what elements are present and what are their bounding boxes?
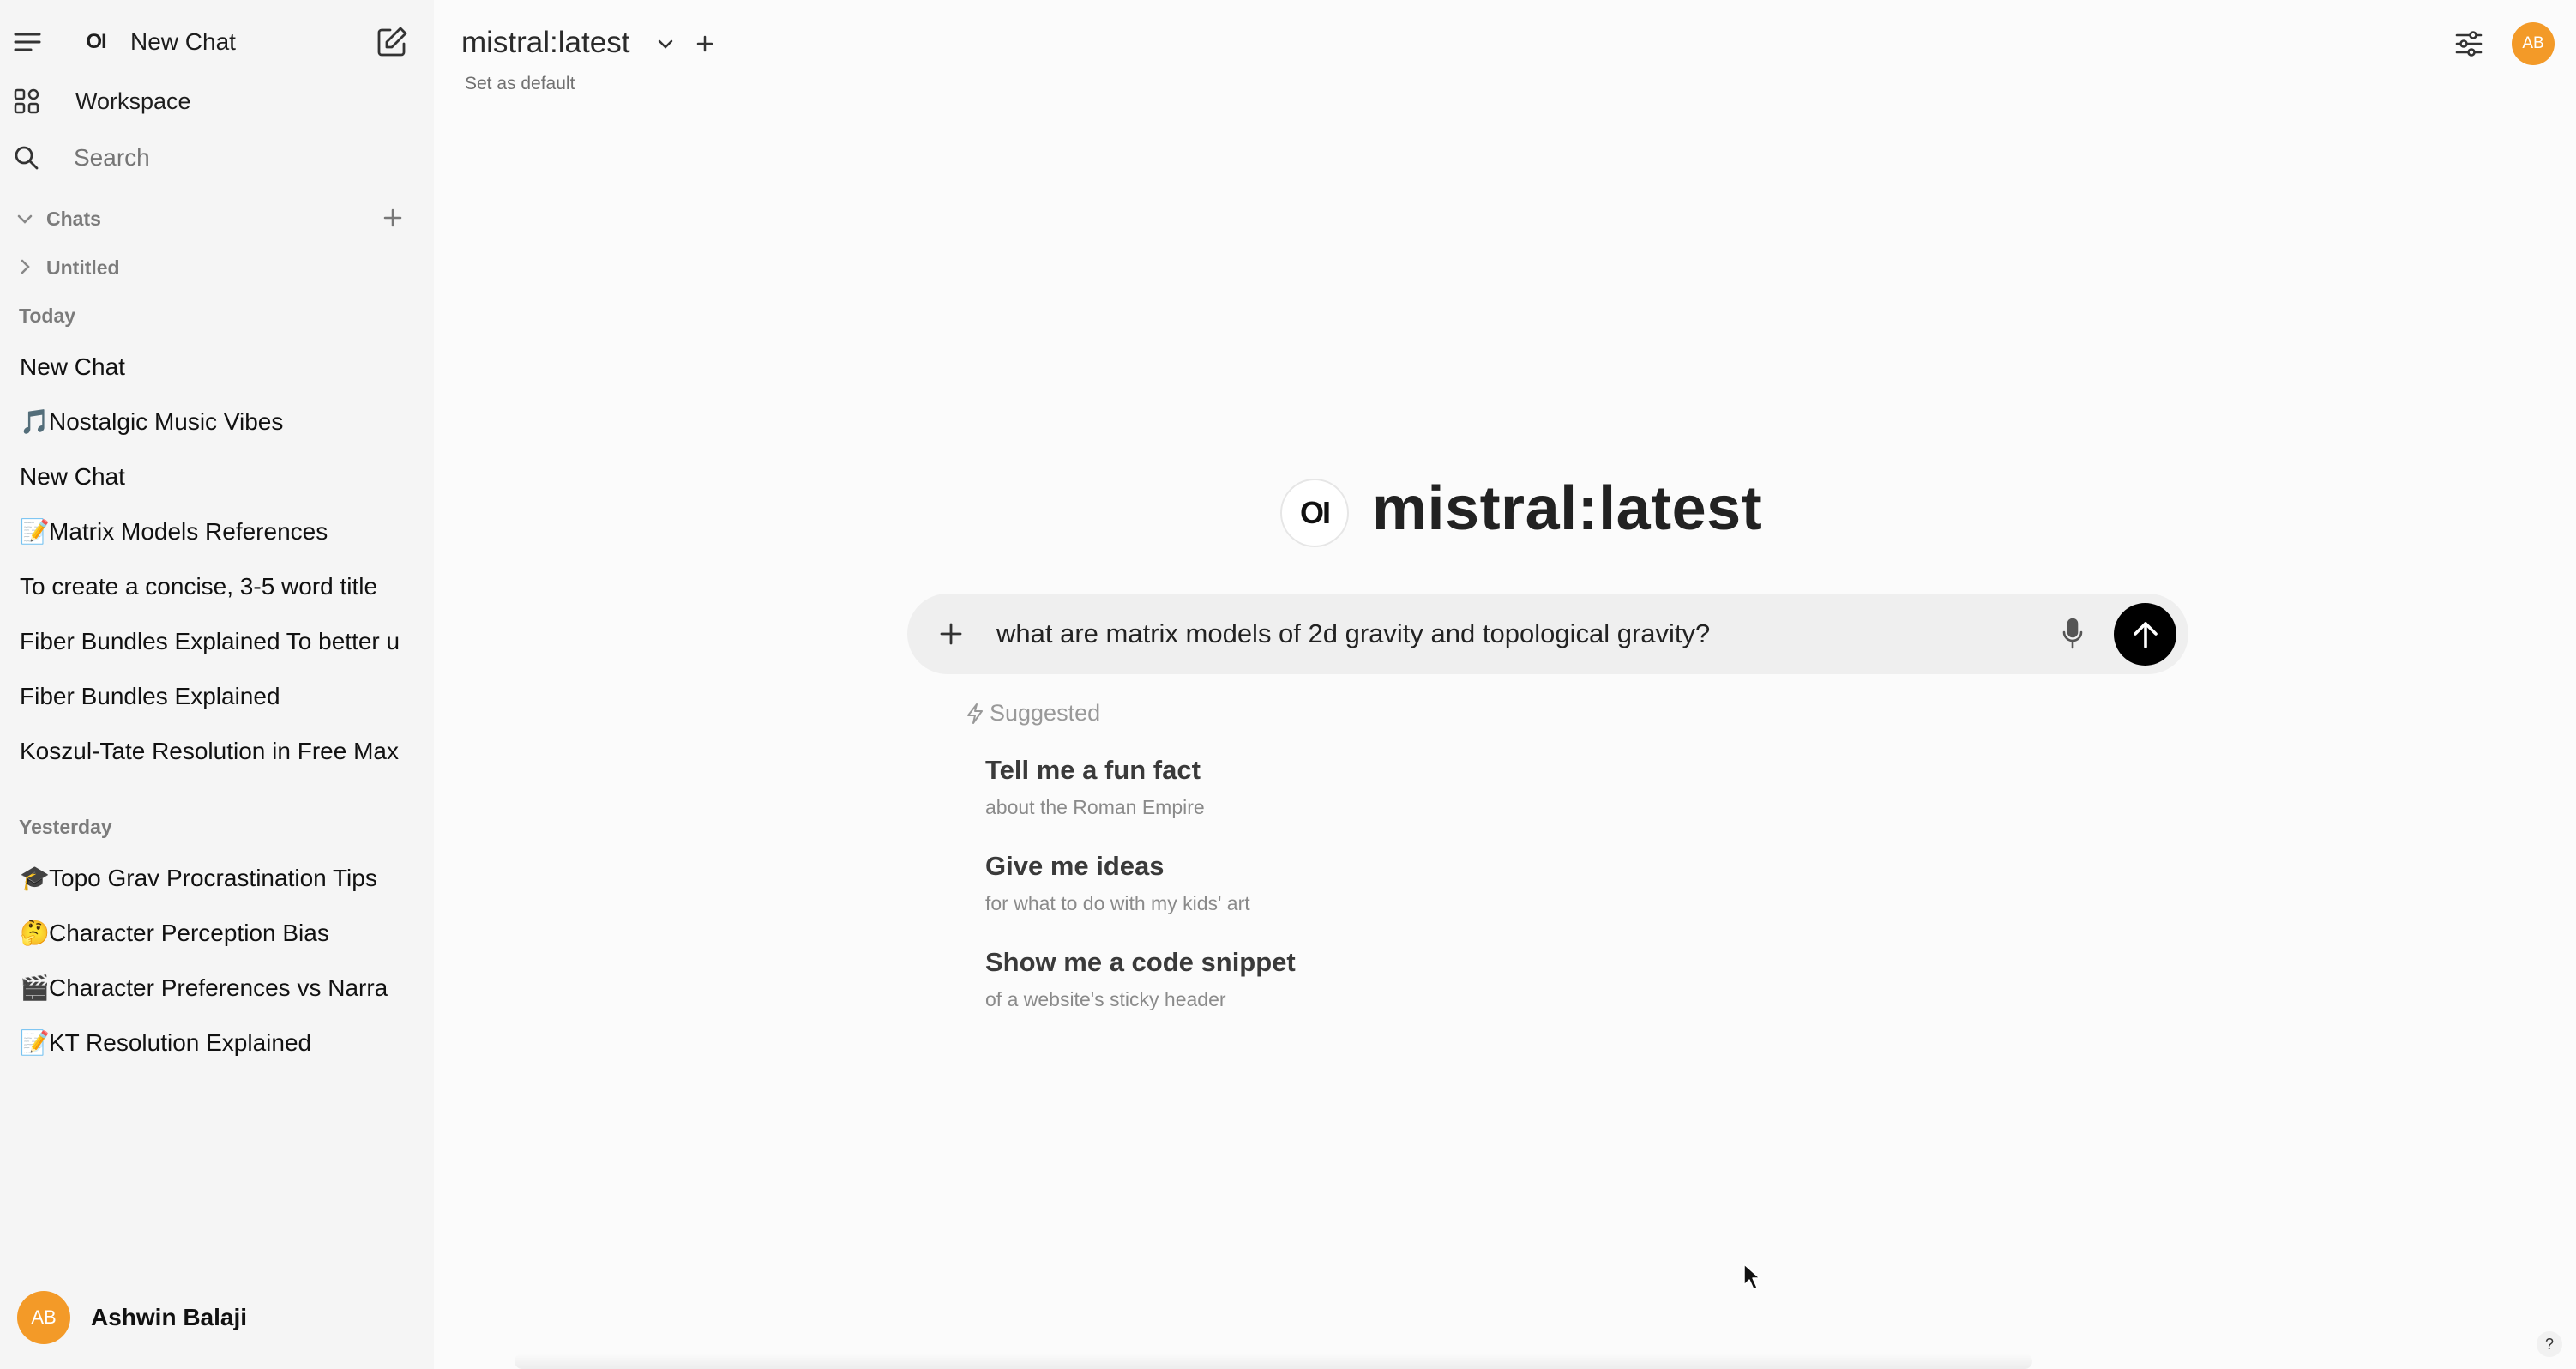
chats-section-label[interactable]: Chats (46, 208, 101, 231)
chat-emoji: 🤔 (20, 920, 50, 946)
user-avatar: AB (17, 1291, 70, 1344)
message-input[interactable] (996, 594, 2025, 674)
chat-title: Matrix Models References (49, 518, 328, 545)
chat-item[interactable]: To create a concise, 3-5 word title (20, 565, 401, 608)
message-input-bar (907, 594, 2188, 674)
compose-icon[interactable] (376, 26, 408, 58)
header-avatar[interactable]: AB (2512, 22, 2555, 65)
search-bar[interactable] (14, 142, 408, 173)
chat-item[interactable]: 🎵Nostalgic Music Vibes (20, 401, 401, 443)
attach-plus-icon[interactable] (938, 621, 964, 647)
chat-item[interactable]: 📝Matrix Models References (20, 510, 401, 553)
logo-icon: OI (86, 30, 106, 53)
chat-title: Fiber Bundles Explained To better u (20, 628, 400, 654)
suggestion-item[interactable]: Show me a code snippet of a website's st… (985, 947, 1671, 1011)
suggestion-item[interactable]: Tell me a fun fact about the Roman Empir… (985, 755, 1671, 819)
sidebar-toggle-icon[interactable] (14, 31, 41, 53)
suggestion-title: Show me a code snippet (985, 947, 1296, 977)
chat-emoji: 🎓 (20, 865, 50, 891)
help-button[interactable]: ? (2537, 1331, 2562, 1357)
chat-emoji: 📝 (20, 1029, 50, 1056)
chat-item[interactable]: 🎬Character Preferences vs Narra (20, 967, 401, 1010)
suggestion-subtitle: for what to do with my kids' art (985, 892, 1250, 914)
search-icon (14, 145, 62, 171)
chat-item[interactable]: 🤔Character Perception Bias (20, 912, 401, 955)
folder-chevron-icon[interactable] (15, 257, 34, 276)
arrow-up-icon (2128, 618, 2163, 652)
suggestion-item[interactable]: Give me ideas for what to do with my kid… (985, 851, 1671, 915)
new-chat-label: New Chat (130, 28, 236, 55)
chat-title: New Chat (20, 463, 125, 490)
suggestion-subtitle: about the Roman Empire (985, 796, 1205, 818)
chat-title: New Chat (20, 353, 125, 380)
chats-chevron-icon[interactable] (15, 209, 34, 228)
chat-title: Character Preferences vs Narra (49, 974, 388, 1001)
user-name: Ashwin Balaji (91, 1304, 248, 1330)
chat-item[interactable]: 🎓Topo Grav Procrastination Tips (20, 857, 401, 900)
chat-emoji: 🎬 (20, 974, 50, 1001)
suggested-header: Suggested (966, 700, 1100, 727)
sidebar: OI New Chat Workspace Chats Untitled Tod… (0, 0, 434, 1369)
suggestion-title: Give me ideas (985, 851, 1165, 881)
workspace-link[interactable]: Workspace (14, 86, 191, 117)
chat-item[interactable]: Fiber Bundles Explained To better u (20, 620, 401, 663)
yesterday-heading: Yesterday (19, 816, 112, 838)
chat-title: Character Perception Bias (49, 920, 329, 946)
bolt-icon (966, 703, 984, 725)
chat-item[interactable]: 📝KT Resolution Explained (20, 1022, 401, 1064)
suggested-label: Suggested (990, 700, 1101, 726)
add-model-icon[interactable] (695, 33, 715, 54)
chat-title: Nostalgic Music Vibes (49, 408, 284, 435)
workspace-icon (14, 88, 62, 114)
chat-item[interactable]: New Chat (20, 455, 401, 498)
mouse-cursor-icon (1742, 1263, 1761, 1292)
chat-item[interactable]: Fiber Bundles Explained (20, 675, 401, 718)
hero-model-title: mistral:latest (1372, 474, 1763, 543)
add-folder-icon[interactable] (382, 208, 403, 228)
chat-item[interactable]: Koszul-Tate Resolution in Free Max (20, 730, 401, 773)
folder-untitled[interactable]: Untitled (46, 256, 120, 280)
workspace-label: Workspace (75, 87, 191, 114)
microphone-icon[interactable] (2061, 618, 2084, 650)
bottom-shadow (515, 1354, 2032, 1369)
chat-title: To create a concise, 3-5 word title (20, 573, 378, 600)
send-button[interactable] (2114, 603, 2176, 666)
chat-title: Fiber Bundles Explained (20, 683, 280, 709)
chat-emoji: 🎵 (20, 408, 50, 435)
logo-icon: OI (1299, 495, 1331, 530)
chat-emoji: 📝 (20, 518, 50, 545)
controls-sliders-icon[interactable] (2454, 29, 2483, 58)
model-logo: OI (1280, 479, 1349, 547)
chat-title: Koszul-Tate Resolution in Free Max (20, 738, 399, 764)
suggestion-subtitle: of a website's sticky header (985, 988, 1226, 1010)
model-name: mistral:latest (461, 26, 630, 59)
chat-title: Topo Grav Procrastination Tips (49, 865, 377, 891)
suggestion-title: Tell me a fun fact (985, 755, 1201, 785)
chat-item[interactable]: New Chat (20, 346, 401, 389)
model-dropdown-chevron-icon[interactable] (655, 34, 676, 55)
today-heading: Today (19, 305, 76, 327)
set-default-link[interactable]: Set as default (465, 74, 575, 94)
user-menu[interactable]: AB Ashwin Balaji (17, 1291, 247, 1344)
chat-title: KT Resolution Explained (49, 1029, 312, 1056)
new-chat-button[interactable]: OI New Chat (62, 21, 388, 63)
search-input[interactable] (74, 144, 382, 172)
model-selector[interactable]: mistral:latest (461, 26, 629, 60)
